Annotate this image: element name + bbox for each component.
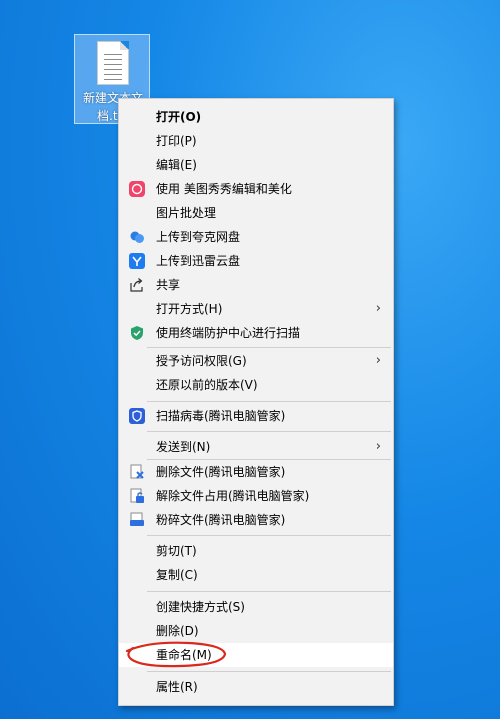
menu-item-shred-file-tencent[interactable]: 粉碎文件(腾讯电脑管家) — [119, 508, 393, 532]
menu-item-virus-scan[interactable]: 扫描病毒(腾讯电脑管家) — [119, 404, 393, 428]
tencent-shield-icon — [129, 408, 145, 424]
menu-item-label: 上传到夸克网盘 — [156, 230, 241, 244]
menu-item-label: 创建快捷方式(S) — [156, 600, 245, 614]
quark-cloud-icon — [130, 231, 144, 243]
menu-item-label: 还原以前的版本(V) — [156, 378, 258, 392]
menu-item-label: 编辑(E) — [156, 158, 197, 172]
text-document-icon — [97, 41, 129, 85]
menu-item-label: 授予访问权限(G) — [156, 354, 247, 368]
context-menu: 打开(O) 打印(P) 编辑(E) 使用 美图秀秀编辑和美化 图片批处理 上传到… — [118, 98, 394, 706]
chevron-right-icon: › — [375, 439, 381, 454]
annotation-circle — [125, 641, 227, 668]
menu-item-label: 打开方式(H) — [156, 302, 223, 316]
menu-item-label: 删除(D) — [156, 624, 199, 638]
menu-item-label: 剪切(T) — [156, 544, 197, 558]
chevron-right-icon: › — [375, 353, 381, 368]
menu-separator — [147, 347, 391, 348]
menu-item-label: 打开(O) — [156, 110, 202, 124]
menu-separator — [147, 591, 391, 592]
menu-item-label: 打印(P) — [156, 134, 197, 148]
menu-item-cut[interactable]: 剪切(T) — [119, 539, 393, 563]
menu-item-label: 粉碎文件(腾讯电脑管家) — [156, 513, 286, 527]
menu-item-meitu[interactable]: 使用 美图秀秀编辑和美化 — [119, 177, 393, 201]
menu-item-label: 删除文件(腾讯电脑管家) — [156, 465, 286, 479]
menu-item-batch-image[interactable]: 图片批处理 — [119, 201, 393, 225]
menu-item-print[interactable]: 打印(P) — [119, 129, 393, 153]
chevron-right-icon: › — [375, 301, 381, 316]
menu-item-grant-access[interactable]: 授予访问权限(G) › — [119, 349, 393, 373]
menu-item-label: 上传到迅雷云盘 — [156, 254, 241, 268]
delete-file-icon — [130, 464, 144, 479]
menu-item-open[interactable]: 打开(O) — [119, 105, 393, 129]
menu-separator — [147, 401, 391, 402]
menu-item-quark-upload[interactable]: 上传到夸克网盘 — [119, 225, 393, 249]
unlock-file-icon — [130, 488, 144, 503]
menu-item-terminal-scan[interactable]: 使用终端防护中心进行扫描 — [119, 321, 393, 345]
menu-item-edit[interactable]: 编辑(E) — [119, 153, 393, 177]
menu-separator — [147, 671, 391, 672]
meitu-icon — [129, 181, 145, 197]
menu-item-label: 使用终端防护中心进行扫描 — [156, 326, 301, 340]
menu-item-delete-file-tencent[interactable]: 删除文件(腾讯电脑管家) — [119, 460, 393, 484]
menu-item-label: 图片批处理 — [156, 206, 217, 220]
menu-item-xunlei-upload[interactable]: 上传到迅雷云盘 — [119, 249, 393, 273]
menu-item-label: 发送到(N) — [156, 440, 211, 454]
menu-item-label: 使用 美图秀秀编辑和美化 — [156, 182, 292, 196]
menu-item-properties[interactable]: 属性(R) — [119, 675, 393, 699]
menu-item-label: 共享 — [156, 278, 181, 292]
share-icon — [130, 278, 143, 292]
shield-scan-icon — [131, 326, 143, 340]
menu-item-create-shortcut[interactable]: 创建快捷方式(S) — [119, 595, 393, 619]
menu-item-unlock-file-tencent[interactable]: 解除文件占用(腾讯电脑管家) — [119, 484, 393, 508]
xunlei-icon — [129, 253, 145, 269]
menu-item-send-to[interactable]: 发送到(N) › — [119, 435, 393, 459]
menu-item-restore-versions[interactable]: 还原以前的版本(V) — [119, 373, 393, 397]
menu-item-label: 解除文件占用(腾讯电脑管家) — [156, 489, 310, 503]
menu-item-copy[interactable]: 复制(C) — [119, 563, 393, 587]
menu-separator — [147, 431, 391, 432]
menu-separator — [147, 535, 391, 536]
shred-file-icon — [130, 512, 144, 526]
menu-item-share[interactable]: 共享 — [119, 273, 393, 297]
menu-item-open-with[interactable]: 打开方式(H) › — [119, 297, 393, 321]
menu-item-label: 复制(C) — [156, 568, 198, 582]
menu-item-label: 扫描病毒(腾讯电脑管家) — [156, 409, 286, 423]
menu-item-label: 属性(R) — [156, 680, 198, 694]
